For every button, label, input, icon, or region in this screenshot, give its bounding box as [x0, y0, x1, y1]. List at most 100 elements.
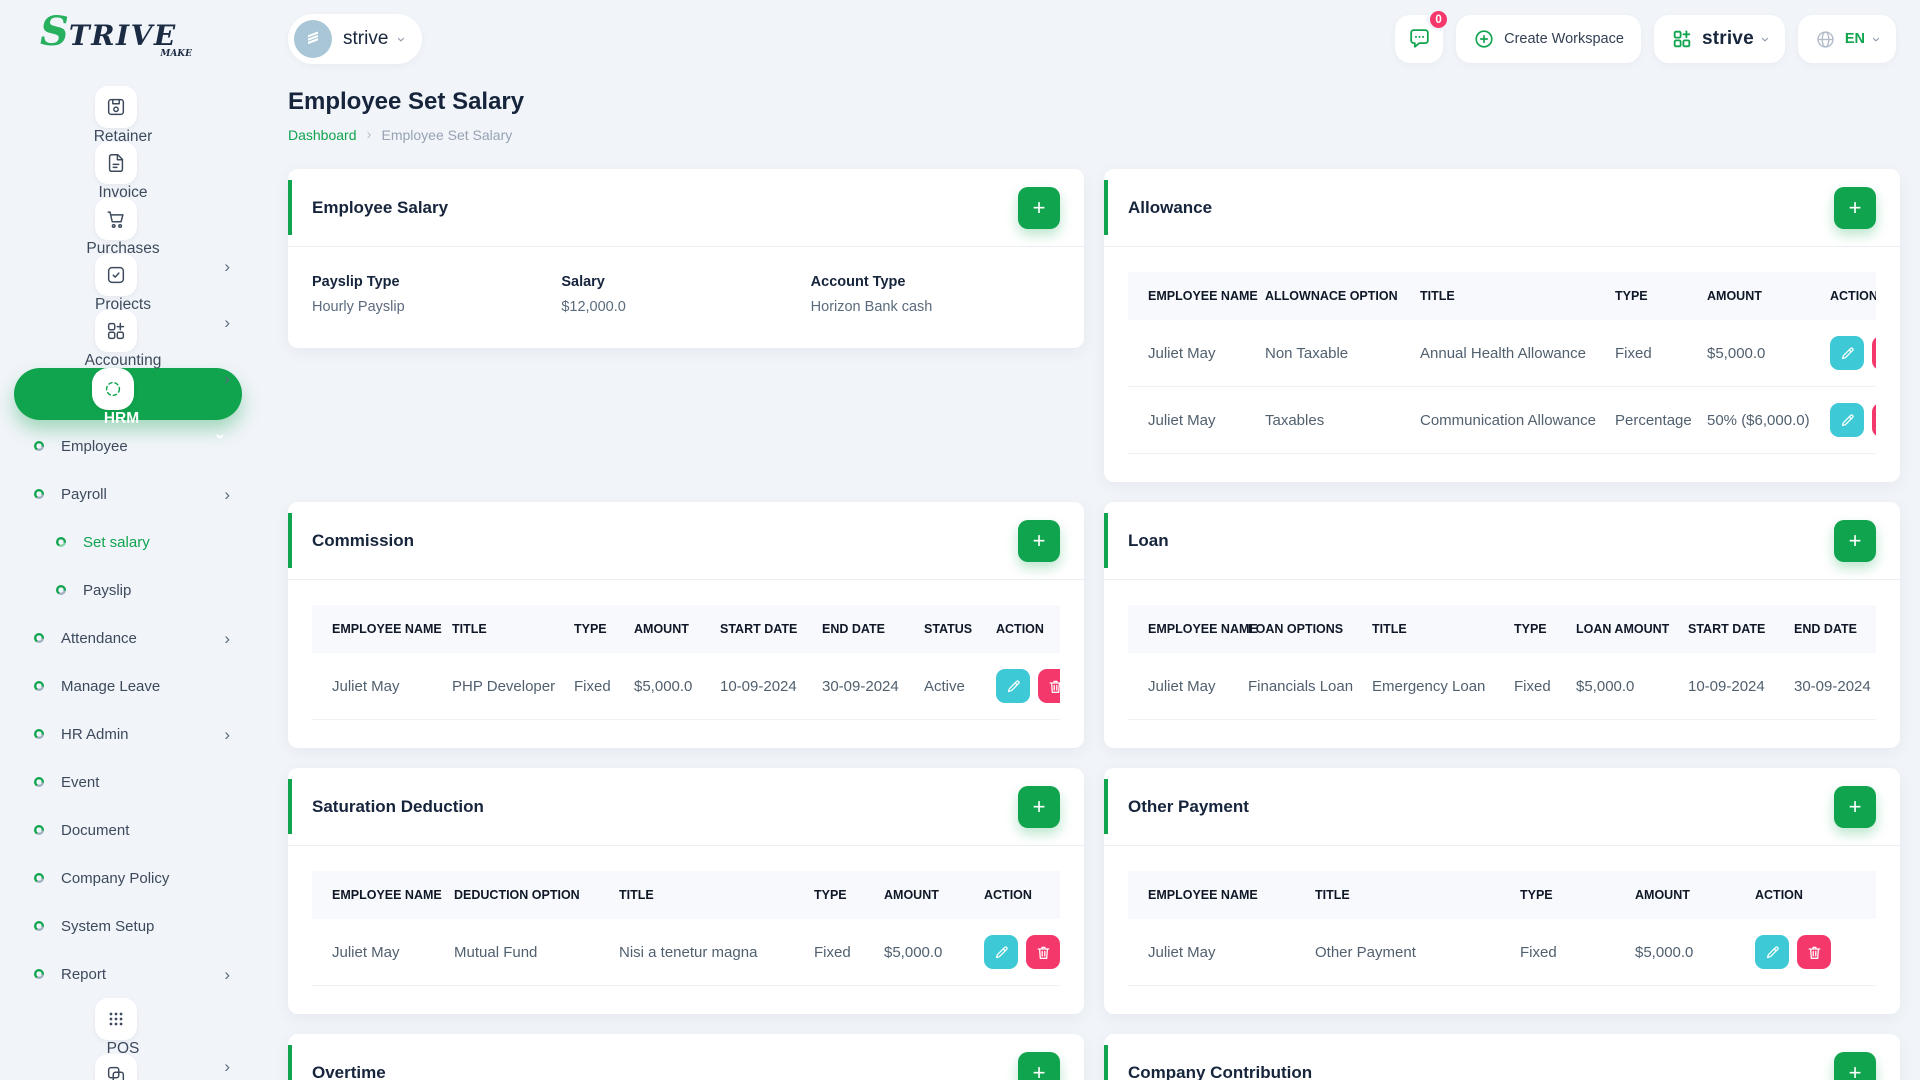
brand-logo[interactable]: STRIVE MAKE — [0, 14, 252, 80]
card-header: Company Contribution + — [1104, 1034, 1900, 1080]
field-account-type: Account Type Horizon Bank cash — [811, 274, 1060, 315]
delete-button[interactable] — [1872, 403, 1876, 437]
delete-button[interactable] — [1038, 669, 1060, 703]
bullet-icon — [56, 537, 66, 547]
logo-s-glyph: S — [40, 14, 69, 50]
edit-button[interactable] — [984, 935, 1018, 969]
sidebar: STRIVE MAKE RetainerInvoicePurchases›Pro… — [0, 0, 252, 1080]
add-allowance-button[interactable]: + — [1834, 187, 1876, 229]
sidebar-item-set-salary[interactable]: Set salary — [0, 518, 252, 566]
card-title: Other Payment — [1128, 797, 1249, 817]
chevron-down-icon: › — [1868, 37, 1885, 42]
edit-button[interactable] — [996, 669, 1030, 703]
sidebar-item-manage-leave[interactable]: Manage Leave — [0, 662, 252, 710]
column-header: EMPLOYEE NAME — [312, 605, 440, 653]
card-header: Commission + — [288, 502, 1084, 580]
bullet-icon — [34, 825, 44, 835]
table-cell: 10-09-2024 — [708, 653, 810, 720]
sidebar-item-purchases[interactable]: Purchases› — [0, 198, 252, 254]
chevron-right-icon: › — [224, 486, 230, 503]
sidebar-item-label: System Setup — [61, 918, 154, 935]
table-row: Juliet MayTaxablesCommunication Allowanc… — [1128, 387, 1876, 454]
card-title: Employee Salary — [312, 198, 448, 218]
column-header: TITLE — [607, 871, 802, 919]
add-overtime-button[interactable]: + — [1018, 1052, 1060, 1080]
sidebar-item-crm[interactable]: CRM› — [0, 1054, 252, 1080]
create-workspace-button[interactable]: Create Workspace — [1456, 15, 1641, 63]
delete-button[interactable] — [1797, 935, 1831, 969]
bullet-icon — [34, 921, 44, 931]
sidebar-item-document[interactable]: Document — [0, 806, 252, 854]
company-contribution-card: Company Contribution + — [1104, 1034, 1900, 1080]
delete-button[interactable] — [1872, 336, 1876, 370]
breadcrumb-dashboard-link[interactable]: Dashboard — [288, 127, 357, 143]
card-title: Company Contribution — [1128, 1063, 1312, 1080]
table-cell: Annual Health Allowance — [1408, 320, 1603, 387]
building-icon — [303, 29, 323, 49]
sidebar-item-system-setup[interactable]: System Setup — [0, 902, 252, 950]
column-header: AMOUNT — [872, 871, 972, 919]
employee-salary-card: Employee Salary + Payslip Type Hourly Pa… — [288, 169, 1084, 348]
sidebar-item-pos[interactable]: POS› — [0, 998, 252, 1054]
sidebar-item-label: HRM — [104, 410, 139, 428]
column-header: EMPLOYEE NAME — [312, 871, 442, 919]
sidebar-item-invoice[interactable]: Invoice — [0, 142, 252, 198]
table-cell: Fixed — [1508, 919, 1623, 986]
saturation-deduction-table: EMPLOYEE NAMEDEDUCTION OPTIONTITLETYPEAM… — [312, 871, 1060, 986]
column-header: END DATE — [1782, 605, 1876, 653]
messages-button[interactable]: 0 — [1395, 15, 1443, 63]
table-cell: Taxables — [1253, 387, 1408, 454]
bullet-icon — [34, 729, 44, 739]
add-saturation-deduction-button[interactable]: + — [1018, 786, 1060, 828]
action-cell — [972, 919, 1060, 986]
column-header: AMOUNT — [1623, 871, 1743, 919]
commission-card: Commission + EMPLOYEE NAMETITLETYPEAMOUN… — [288, 502, 1084, 748]
chat-icon — [1407, 27, 1432, 52]
sidebar-item-label: Payroll — [61, 486, 107, 503]
sidebar-item-projects[interactable]: Projects› — [0, 254, 252, 310]
sidebar-item-employee[interactable]: Employee — [0, 422, 252, 470]
language-selector[interactable]: EN › — [1798, 15, 1896, 63]
add-commission-button[interactable]: + — [1018, 520, 1060, 562]
column-header: LOAN OPTIONS — [1236, 605, 1360, 653]
sidebar-item-report[interactable]: Report› — [0, 950, 252, 998]
add-other-payment-button[interactable]: + — [1834, 786, 1876, 828]
sidebar-item-hr-admin[interactable]: HR Admin › — [0, 710, 252, 758]
workspace-switcher-button[interactable]: strive › — [1654, 15, 1785, 63]
sidebar-item-label: HR Admin — [61, 726, 129, 743]
sidebar-item-retainer[interactable]: Retainer — [0, 86, 252, 142]
add-company-contribution-button[interactable]: + — [1834, 1052, 1876, 1080]
sidebar-item-company-policy[interactable]: Company Policy — [0, 854, 252, 902]
sidebar-item-hrm[interactable]: HRM› — [14, 368, 242, 420]
card-header: Employee Salary + — [288, 169, 1084, 247]
column-header: ACTION — [972, 871, 1060, 919]
sidebar-item-payroll[interactable]: Payroll › — [0, 470, 252, 518]
edit-button[interactable] — [1755, 935, 1789, 969]
table-cell: Other Payment — [1303, 919, 1508, 986]
edit-button[interactable] — [1830, 403, 1864, 437]
bullet-icon — [34, 969, 44, 979]
main-content: Employee Set Salary Dashboard › Employee… — [252, 72, 1920, 1080]
edit-button[interactable] — [1830, 336, 1864, 370]
column-header: ALLOWNACE OPTION — [1253, 272, 1408, 320]
table-cell: Active — [912, 653, 984, 720]
field-salary: Salary $12,000.0 — [561, 274, 810, 315]
table-cell: Juliet May — [1128, 653, 1236, 720]
sidebar-item-payslip[interactable]: Payslip — [0, 566, 252, 614]
chevron-right-icon: › — [224, 726, 230, 743]
bullet-icon — [34, 681, 44, 691]
table-cell: Mutual Fund — [442, 919, 607, 986]
table-row: Juliet MayMutual FundNisi a tenetur magn… — [312, 919, 1060, 986]
add-loan-button[interactable]: + — [1834, 520, 1876, 562]
table-cell: Fixed — [802, 919, 872, 986]
sidebar-item-event[interactable]: Event — [0, 758, 252, 806]
workspace-chip[interactable]: strive › — [288, 14, 422, 64]
action-cell — [1743, 919, 1876, 986]
allowance-table: EMPLOYEE NAMEALLOWNACE OPTIONTITLETYPEAM… — [1128, 272, 1876, 454]
add-employee-salary-button[interactable]: + — [1018, 187, 1060, 229]
sidebar-item-label: Event — [61, 774, 99, 791]
delete-button[interactable] — [1026, 935, 1060, 969]
sidebar-item-attendance[interactable]: Attendance› — [0, 614, 252, 662]
sidebar-item-accounting[interactable]: Accounting› — [0, 310, 252, 366]
other-payment-card: Other Payment + EMPLOYEE NAMETITLETYPEAM… — [1104, 768, 1900, 1014]
